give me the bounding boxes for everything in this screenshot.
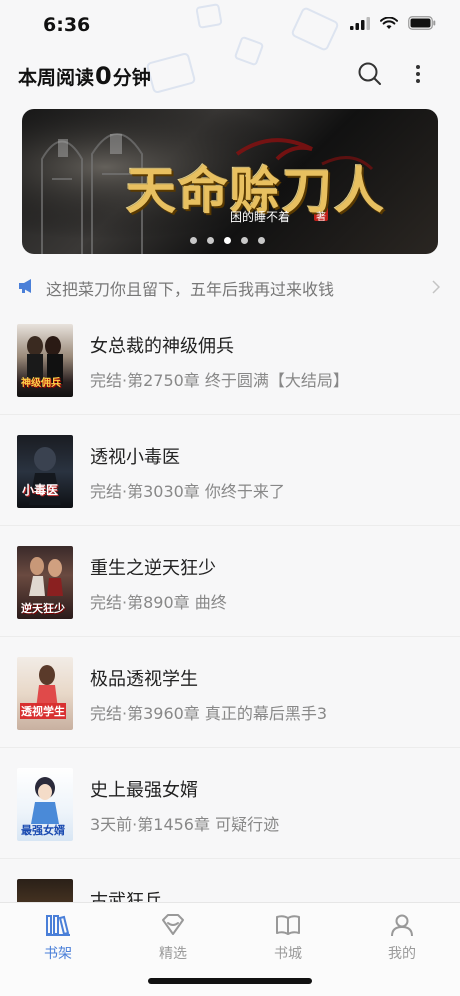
status-bar: 6:36 bbox=[0, 0, 460, 52]
banner-author: 困的睡不着 bbox=[230, 210, 291, 224]
promo-banner[interactable]: 天命赊刀人 困的睡不着 著 bbox=[22, 109, 438, 254]
banner-dot[interactable] bbox=[258, 237, 265, 244]
header: 本周阅读 0 分钟 bbox=[0, 52, 460, 102]
book-cover: 逆天狂少 bbox=[17, 546, 73, 619]
announcement-bar[interactable]: 这把菜刀你且留下，五年后我再过来收钱 bbox=[0, 270, 460, 304]
banner-pagination bbox=[190, 237, 265, 244]
book-cover-text: 透视学生 bbox=[20, 703, 66, 719]
person-icon bbox=[391, 914, 413, 937]
status-time: 6:36 bbox=[43, 14, 91, 36]
battery-icon bbox=[408, 16, 436, 30]
book-cover-text: 最强女婿 bbox=[21, 824, 65, 837]
tab-profile[interactable]: 我的 bbox=[372, 913, 432, 963]
reading-suffix: 分钟 bbox=[112, 67, 151, 89]
book-title: 透视小毒医 bbox=[90, 447, 180, 468]
book-item[interactable]: 神级佣兵 女总裁的神级佣兵 完结·第2750章 终于圆满【大结局】 bbox=[0, 304, 460, 415]
book-item[interactable]: 逆天狂少 重生之逆天狂少 完结·第890章 曲终 bbox=[0, 526, 460, 637]
tab-bookshelf[interactable]: 书架 bbox=[28, 913, 88, 963]
diamond-icon bbox=[162, 914, 184, 935]
book-status: 完结·第890章 曲终 bbox=[90, 593, 227, 612]
book-cover: 神级佣兵 bbox=[17, 324, 73, 397]
tab-label: 我的 bbox=[388, 946, 416, 962]
book-title: 女总裁的神级佣兵 bbox=[90, 336, 234, 357]
banner-author-badge: 著 bbox=[316, 212, 326, 223]
book-cover: 透视学生 bbox=[17, 657, 73, 730]
book-item[interactable]: 小毒医 透视小毒医 完结·第3030章 你终于来了 bbox=[0, 415, 460, 526]
book-status: 完结·第3030章 你终于来了 bbox=[90, 482, 285, 501]
search-icon[interactable] bbox=[356, 60, 384, 88]
bookshelf-icon bbox=[46, 915, 70, 936]
banner-dot[interactable] bbox=[241, 237, 248, 244]
chevron-right-icon bbox=[432, 280, 440, 294]
tab-bookstore[interactable]: 书城 bbox=[258, 913, 318, 963]
book-cover: 最强女婿 bbox=[17, 768, 73, 841]
book-cover: 小毒医 bbox=[17, 435, 73, 508]
home-indicator bbox=[148, 978, 312, 984]
book-item[interactable]: 最强女婿 史上最强女婿 3天前·第1456章 可疑行迹 bbox=[0, 748, 460, 859]
book-title: 史上最强女婿 bbox=[90, 780, 198, 801]
book-status: 完结·第2750章 终于圆满【大结局】 bbox=[90, 371, 349, 390]
tab-label: 书架 bbox=[44, 946, 72, 962]
signal-icon bbox=[350, 16, 370, 30]
book-status: 3天前·第1456章 可疑行迹 bbox=[90, 815, 280, 834]
banner-dot-active[interactable] bbox=[224, 237, 231, 244]
reading-prefix: 本周阅读 bbox=[18, 67, 95, 89]
book-title: 极品透视学生 bbox=[90, 669, 198, 690]
book-title: 重生之逆天狂少 bbox=[90, 558, 216, 579]
wifi-icon bbox=[380, 16, 398, 29]
book-cover-text: 神级佣兵 bbox=[21, 378, 61, 389]
reading-minutes: 0 bbox=[95, 62, 112, 90]
more-vertical-icon[interactable] bbox=[406, 60, 430, 88]
announcement-text: 这把菜刀你且留下，五年后我再过来收钱 bbox=[46, 280, 335, 299]
banner-dot[interactable] bbox=[190, 237, 197, 244]
book-item[interactable]: 透视学生 极品透视学生 完结·第3960章 真正的幕后黑手3 bbox=[0, 637, 460, 748]
banner-dot[interactable] bbox=[207, 237, 214, 244]
megaphone-icon bbox=[19, 279, 31, 293]
book-status: 完结·第3960章 真正的幕后黑手3 bbox=[90, 704, 328, 723]
tab-label: 精选 bbox=[159, 946, 187, 962]
weekly-reading-time: 本周阅读 0 分钟 bbox=[18, 62, 151, 90]
tab-label: 书城 bbox=[274, 946, 302, 962]
book-cover-text: 逆天狂少 bbox=[21, 602, 65, 615]
bookshelf-list: 神级佣兵 女总裁的神级佣兵 完结·第2750章 终于圆满【大结局】 小毒医 透视… bbox=[0, 304, 460, 970]
tab-featured[interactable]: 精选 bbox=[143, 913, 203, 963]
book-cover-text: 小毒医 bbox=[22, 483, 59, 497]
open-book-icon bbox=[276, 915, 300, 935]
